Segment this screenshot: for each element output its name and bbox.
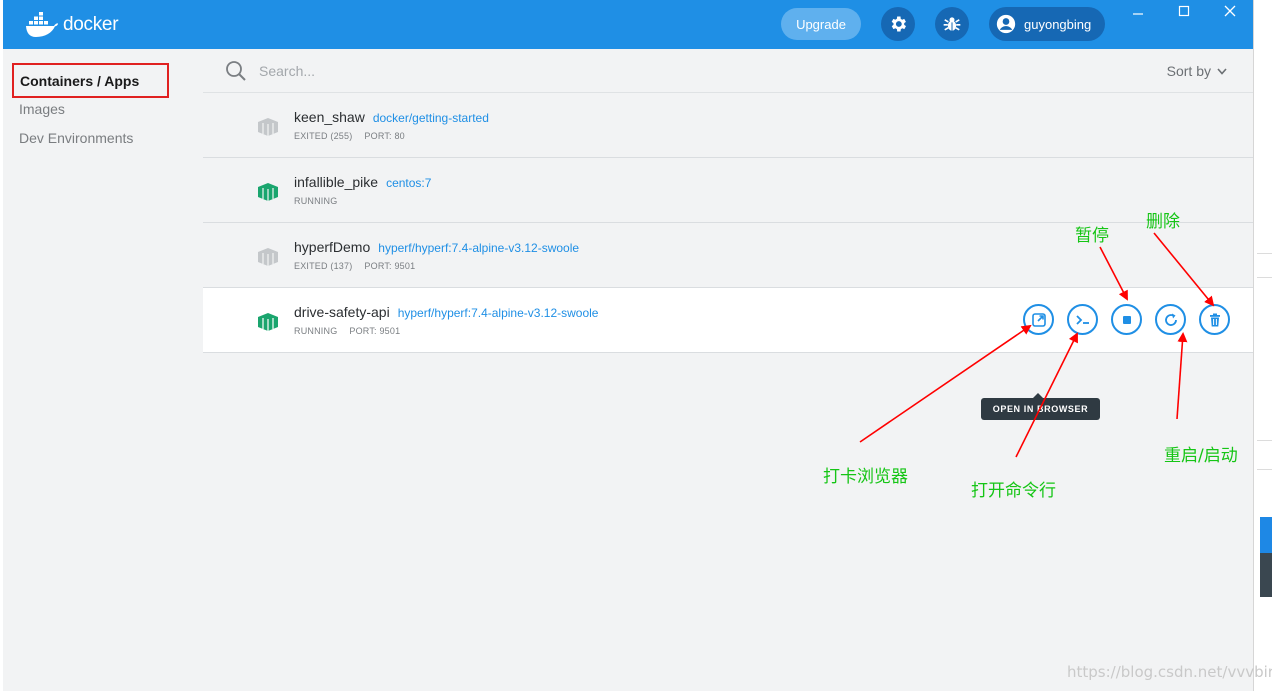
- troubleshoot-button[interactable]: [935, 7, 969, 41]
- container-stopped-icon: [258, 248, 278, 266]
- sort-by-dropdown[interactable]: Sort by: [1167, 63, 1227, 79]
- container-status: EXITED (137): [294, 261, 353, 271]
- container-name: infallible_pike: [294, 174, 379, 190]
- container-port: PORT: 9501: [349, 326, 401, 336]
- container-row[interactable]: infallible_pike centos:7 RUNNING: [203, 158, 1253, 223]
- container-image-link[interactable]: hyperf/hyperf:7.4-alpine-v3.12-swoole: [398, 306, 599, 320]
- container-image-link[interactable]: centos:7: [386, 176, 431, 190]
- close-icon: [1224, 5, 1236, 17]
- background-window-edge: [1253, 0, 1272, 691]
- container-running-icon: [258, 183, 278, 201]
- sidebar-item-label: Containers / Apps: [20, 72, 140, 89]
- user-icon: [996, 14, 1016, 34]
- delete-icon: [1209, 313, 1220, 326]
- account-button[interactable]: guyongbing: [989, 7, 1105, 41]
- docker-logo: docker: [25, 10, 145, 40]
- sidebar-item-containers-apps[interactable]: Containers / Apps: [12, 63, 169, 98]
- open-in-browser-icon: [1031, 312, 1046, 327]
- container-status: RUNNING: [294, 326, 338, 336]
- whale-logo-icon: [26, 12, 58, 37]
- search-input[interactable]: [259, 59, 759, 83]
- settings-button[interactable]: [881, 7, 915, 41]
- sidebar: Containers / Apps Images Dev Environment…: [3, 49, 203, 691]
- restart-button[interactable]: [1155, 304, 1186, 335]
- delete-button[interactable]: [1199, 304, 1230, 335]
- stop-button[interactable]: [1111, 304, 1142, 335]
- annotation-delete: 删除: [1146, 212, 1180, 232]
- maximize-icon: [1178, 5, 1190, 17]
- sort-by-label: Sort by: [1166, 63, 1211, 79]
- search-bar: Sort by: [203, 49, 1253, 93]
- username: guyongbing: [1024, 16, 1092, 32]
- sidebar-item-images[interactable]: Images: [19, 101, 65, 117]
- container-name: keen_shaw: [294, 109, 365, 125]
- docker-desktop-window: docker Upgrade guyongbing Containers / A…: [3, 0, 1253, 691]
- container-image-link[interactable]: hyperf/hyperf:7.4-alpine-v3.12-swoole: [378, 241, 579, 255]
- stop-icon: [1122, 315, 1131, 324]
- chevron-down-icon: [1217, 67, 1227, 75]
- container-image-link[interactable]: docker/getting-started: [373, 111, 489, 125]
- minimize-button[interactable]: [1127, 4, 1149, 20]
- gear-icon: [891, 16, 906, 32]
- close-window-button[interactable]: [1219, 4, 1241, 20]
- bug-icon: [943, 17, 961, 31]
- container-port: PORT: 80: [364, 131, 405, 141]
- container-status: EXITED (255): [294, 131, 353, 141]
- cli-button[interactable]: [1067, 304, 1098, 335]
- restart-icon: [1164, 313, 1177, 326]
- container-name: drive-safety-api: [294, 304, 390, 320]
- search-icon: [226, 61, 246, 81]
- open-in-browser-button[interactable]: [1023, 304, 1054, 335]
- container-port: PORT: 9501: [364, 261, 416, 271]
- title-bar: docker Upgrade guyongbing: [3, 0, 1253, 49]
- main-panel: Sort by keen_shaw docker/getting-started …: [203, 49, 1253, 691]
- screen: docker Upgrade guyongbing Containers / A…: [0, 0, 1272, 691]
- cli-icon: [1075, 314, 1089, 325]
- open-in-browser-tooltip: OPEN IN BROWSER: [981, 393, 1100, 420]
- annotation-open-cli: 打开命令行: [971, 481, 1056, 501]
- minimize-icon: [1133, 13, 1143, 15]
- sidebar-item-dev-environments[interactable]: Dev Environments: [19, 130, 133, 146]
- container-row[interactable]: drive-safety-api hyperf/hyperf:7.4-alpine…: [203, 288, 1253, 353]
- annotation-pause: 暂停: [1075, 226, 1109, 246]
- upgrade-button[interactable]: Upgrade: [781, 8, 861, 40]
- annotation-restart-start: 重启/启动: [1164, 446, 1238, 466]
- annotation-open-browser: 打卡浏览器: [823, 467, 908, 487]
- container-stopped-icon: [258, 118, 278, 136]
- watermark: https://blog.csdn.net/vvvbird: [1067, 663, 1272, 681]
- brand-name: docker: [63, 14, 119, 35]
- container-running-icon: [258, 313, 278, 331]
- container-status: RUNNING: [294, 196, 338, 206]
- container-name: hyperfDemo: [294, 239, 371, 255]
- maximize-button[interactable]: [1173, 4, 1195, 20]
- container-row[interactable]: keen_shaw docker/getting-started EXITED (…: [203, 93, 1253, 158]
